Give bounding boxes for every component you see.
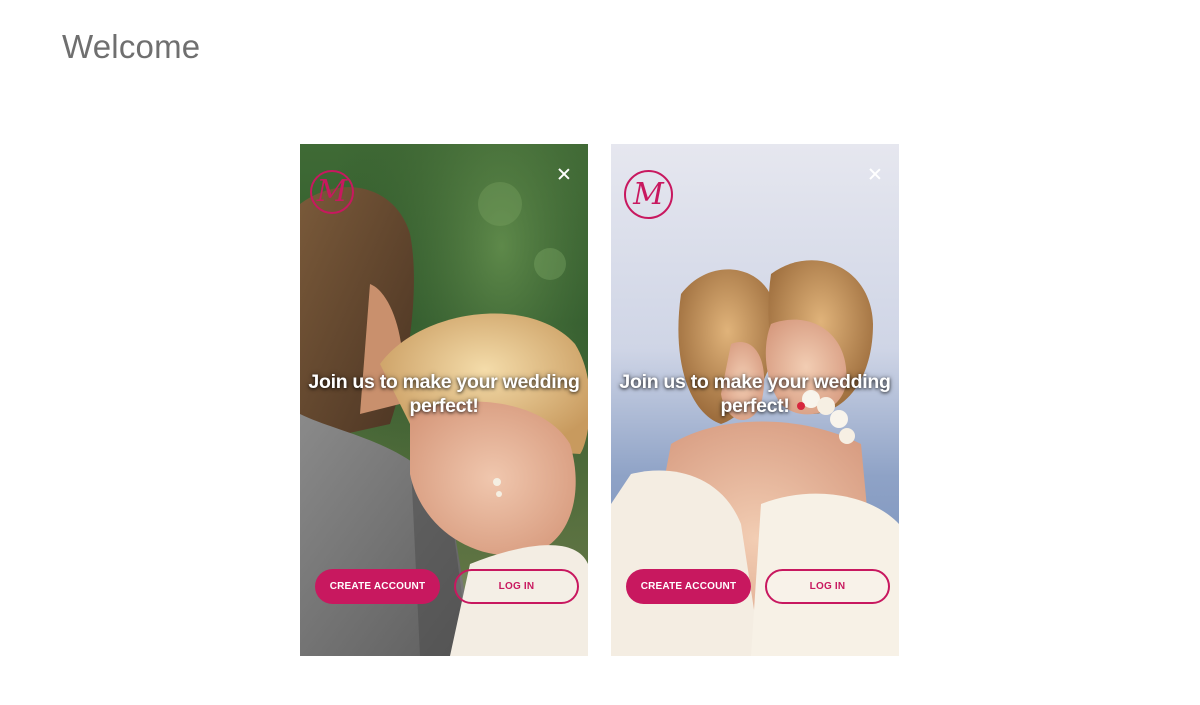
- page-title: Welcome: [62, 28, 201, 65]
- brand-logo-icon: M: [624, 170, 673, 219]
- headline: Join us to make your wedding perfect!: [619, 371, 891, 417]
- create-account-button[interactable]: CREATE ACCOUNT: [626, 569, 751, 604]
- logo-letter: M: [633, 176, 664, 212]
- login-button[interactable]: LOG IN: [765, 569, 890, 604]
- headline: Join us to make your wedding perfect!: [308, 371, 580, 417]
- logo-letter: M: [316, 174, 348, 209]
- login-button[interactable]: LOG IN: [454, 569, 579, 604]
- close-icon[interactable]: [554, 164, 574, 184]
- welcome-screen-mockup-1: M Join us to make your wedding perfect! …: [300, 144, 588, 656]
- create-account-button[interactable]: CREATE ACCOUNT: [315, 569, 440, 604]
- brand-logo-icon: M: [310, 170, 354, 214]
- welcome-screen-mockup-2: M Join us to make your wedding perfect! …: [611, 144, 899, 656]
- close-icon[interactable]: [865, 164, 885, 184]
